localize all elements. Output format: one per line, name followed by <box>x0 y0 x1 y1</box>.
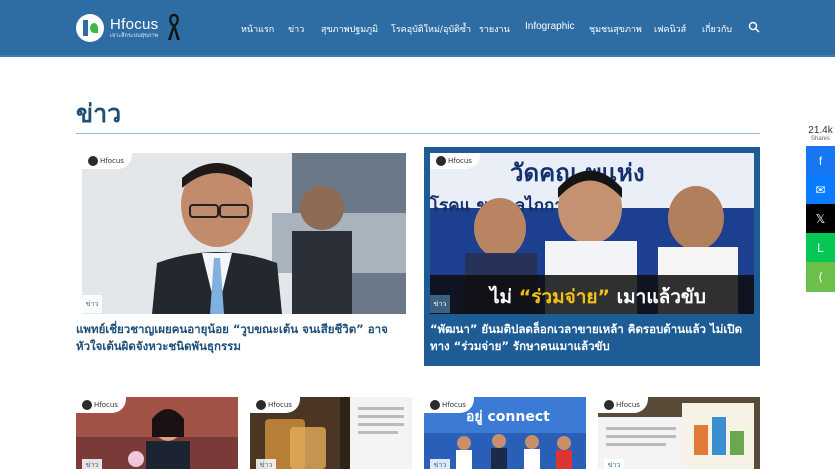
line-share-button[interactable]: L <box>806 233 835 263</box>
x-share-button[interactable]: 𝕏 <box>806 204 835 234</box>
brand-tagline: เจาะลึกระบบสุขภาพ <box>110 32 159 39</box>
nav-primary-health[interactable]: สุขภาพปฐมภูมิ <box>321 22 378 36</box>
article-thumbnail-2[interactable]: Hfocus ข่าว <box>250 397 412 469</box>
hfocus-badge: Hfocus <box>430 153 480 169</box>
category-tag[interactable]: ข่าว <box>430 459 450 469</box>
hfocus-mark-icon <box>604 400 614 410</box>
share-count: 21.4k <box>808 125 833 136</box>
image-backdrop-text: อยู่ connect <box>466 409 550 425</box>
x-icon: 𝕏 <box>815 212 826 226</box>
header-divider <box>0 55 835 57</box>
category-tag[interactable]: ข่าว <box>82 459 102 469</box>
brand-name: Hfocus <box>110 15 159 33</box>
hfocus-mark-icon <box>430 400 440 410</box>
nav-emerging-diseases[interactable]: โรคอุบัติใหม่/อุบัติซ้ำ <box>391 22 471 36</box>
image-caption: ไม่ “ร่วมจ่าย” เมาแล้วขับ <box>488 285 706 308</box>
nav-about[interactable]: เกี่ยวกับ <box>702 22 732 36</box>
article-thumbnail-1[interactable]: Hfocus ข่าว <box>76 397 238 469</box>
category-tag[interactable]: ข่าว <box>604 459 624 469</box>
article-photo: วัดคณ พแห่ง โรคแ ขุภา ลไกการ ไม่ “ร่วมจ่… <box>430 153 754 314</box>
hfocus-mark-icon <box>88 156 98 166</box>
share-share-button[interactable]: ⟨ <box>806 262 835 292</box>
site-logo[interactable]: Hfocus เจาะลึกระบบสุขภาพ <box>76 12 159 44</box>
share-counter: 21.4k Shares <box>806 125 835 142</box>
hfocus-mark-icon <box>436 156 446 166</box>
article-title[interactable]: “พัฒนา” ยันมติปลดล็อกเวลาขายเหล้า คิดรอบ… <box>430 321 754 355</box>
nav-health-community[interactable]: ชุมชนสุขภาพ <box>589 22 642 36</box>
hfocus-mark-icon <box>256 400 266 410</box>
category-tag[interactable]: ข่าว <box>430 295 450 313</box>
share-icon: ⟨ <box>818 270 823 284</box>
share-label: Shares <box>810 136 830 142</box>
messenger-share-button[interactable]: ✉ <box>806 175 835 205</box>
nav-reports[interactable]: รายงาน <box>479 22 510 36</box>
category-tag[interactable]: ข่าว <box>82 295 102 313</box>
category-tag[interactable]: ข่าว <box>256 459 276 469</box>
hfocus-logo-icon <box>76 14 104 42</box>
featured-article-2[interactable]: วัดคณ พแห่ง โรคแ ขุภา ลไกการ ไม่ “ร่วมจ่… <box>424 147 760 366</box>
hfocus-badge: Hfocus <box>82 153 132 169</box>
nav-infographic[interactable]: Infographic <box>525 21 574 32</box>
mourning-ribbon-icon <box>168 13 180 40</box>
article-image[interactable]: วัดคณ พแห่ง โรคแ ขุภา ลไกการ ไม่ “ร่วมจ่… <box>430 153 754 314</box>
line-icon: L <box>817 241 824 255</box>
facebook-share-button[interactable]: f <box>806 146 835 176</box>
page-title: ข่าว <box>76 99 122 128</box>
featured-article-1[interactable]: Hfocus ข่าว แพทย์เชี่ยวชาญเผยคนอายุน้อย … <box>76 147 412 366</box>
article-thumbnail-3[interactable]: อยู่ connect Hfocus ข่าว <box>424 397 586 469</box>
article-title[interactable]: แพทย์เชี่ยวชาญเผยคนอายุน้อย “วูบขณะเต้น … <box>76 321 406 355</box>
messenger-icon: ✉ <box>815 183 826 197</box>
facebook-icon: f <box>818 154 823 168</box>
search-icon[interactable] <box>748 21 760 33</box>
nav-fake-news[interactable]: เฟคนิวส์ <box>654 22 686 36</box>
hfocus-mark-icon <box>82 400 92 410</box>
hfocus-badge: Hfocus <box>250 397 300 413</box>
hfocus-badge: Hfocus <box>76 397 126 413</box>
article-thumbnail-4[interactable]: Hfocus ข่าว <box>598 397 760 469</box>
nav-home[interactable]: หน้าแรก <box>241 22 274 36</box>
nav-news[interactable]: ข่าว <box>288 22 304 36</box>
article-image[interactable]: Hfocus <box>82 153 406 314</box>
hfocus-badge: Hfocus <box>424 397 474 413</box>
hfocus-badge: Hfocus <box>598 397 648 413</box>
title-divider <box>76 133 760 134</box>
article-photo <box>82 153 406 314</box>
